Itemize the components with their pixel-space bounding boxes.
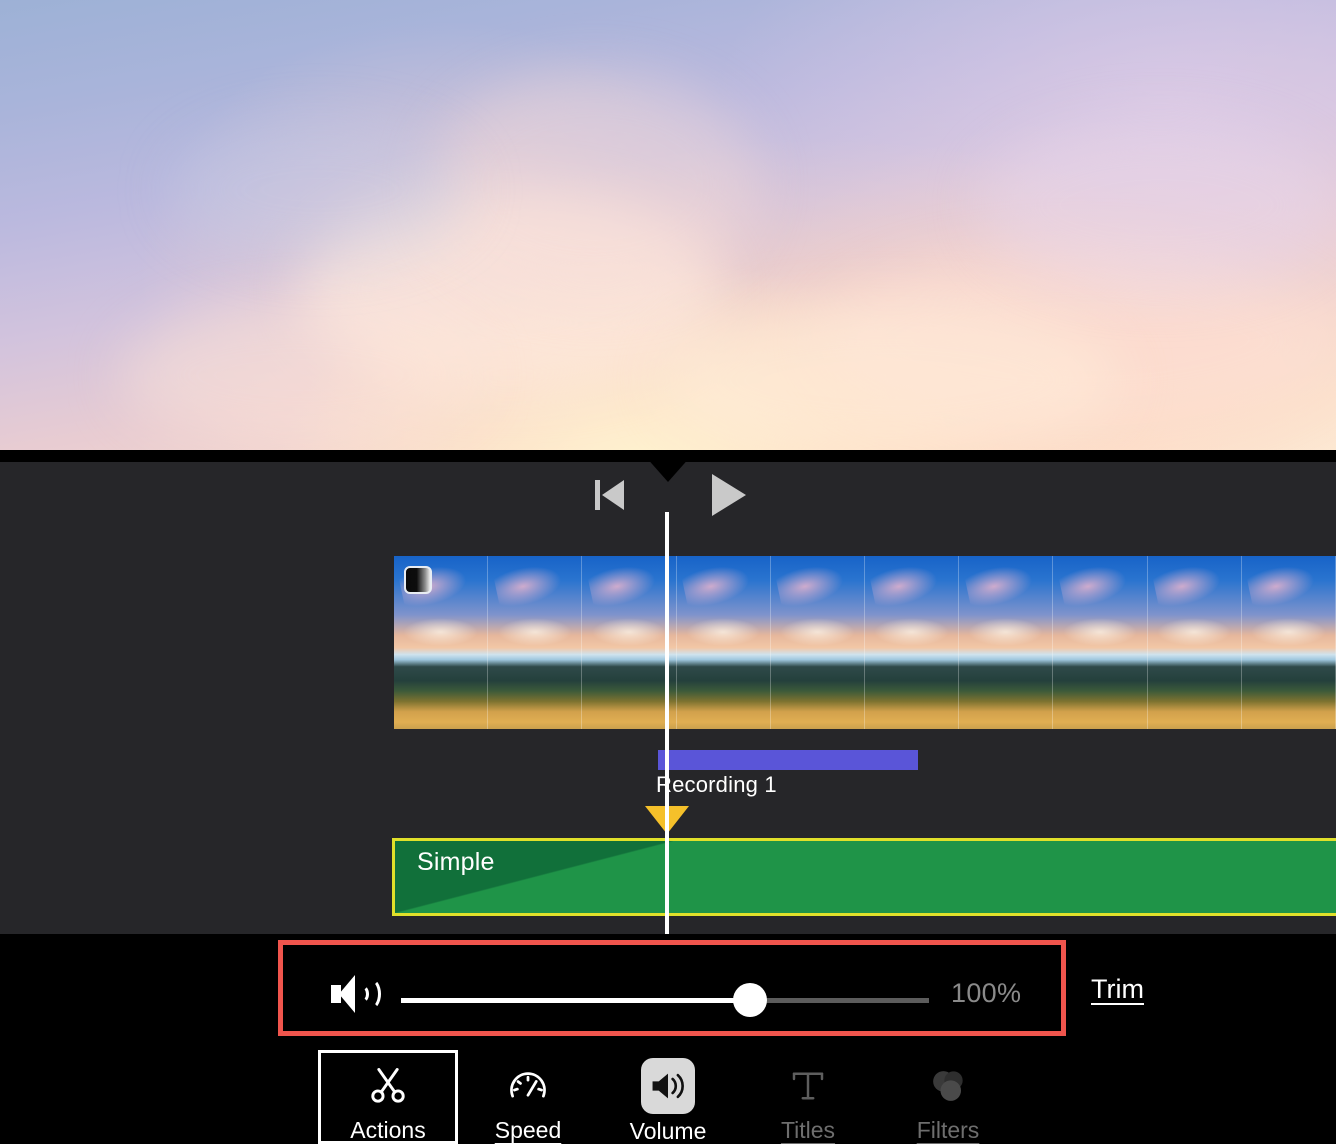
playhead-line[interactable]: [665, 512, 669, 934]
playhead-triangle-marker: [645, 456, 691, 482]
video-preview[interactable]: [0, 0, 1336, 450]
cloud-shape: [980, 120, 1336, 290]
audio-clip-label: Recording 1: [656, 772, 777, 797]
filmstrip-frame: [1147, 556, 1242, 729]
tab-filters[interactable]: Filters: [878, 1050, 1018, 1144]
volume-slider-fill: [401, 998, 746, 1003]
filmstrip-frame: [488, 556, 583, 729]
audio-clip[interactable]: [658, 750, 918, 770]
filmstrip-frame: [770, 556, 865, 729]
volume-panel-highlighted: 100%: [278, 940, 1066, 1036]
cloud-shape: [170, 120, 470, 260]
volume-slider[interactable]: [401, 983, 929, 1017]
circles-icon: [921, 1062, 975, 1109]
scissors-icon: [361, 1062, 415, 1109]
filmstrip-frame: [1053, 556, 1148, 729]
filmstrip-frame: [676, 556, 771, 729]
tab-actions[interactable]: Actions: [318, 1050, 458, 1144]
speedometer-icon: [501, 1062, 555, 1109]
filmstrip-frame: [394, 556, 489, 729]
cloud-shape: [430, 70, 760, 300]
volume-slider-thumb[interactable]: [733, 983, 767, 1017]
volume-value-label: 100%: [951, 978, 1022, 1008]
skip-to-start-button[interactable]: [595, 476, 629, 514]
cloud-shape: [820, 250, 1336, 430]
trim-button[interactable]: Trim: [1091, 974, 1144, 1005]
tab-volume-label: Volume: [629, 1118, 707, 1144]
volume-tab-icon-wrap: [641, 1058, 695, 1114]
tab-titles[interactable]: Titles: [738, 1050, 878, 1144]
filmstrip-frame: [959, 556, 1054, 729]
speaker-icon: [331, 973, 385, 1015]
tab-speed[interactable]: Speed: [458, 1050, 598, 1144]
video-editor-app: Recording 1 Simple 100% Trim Actions Spe…: [0, 0, 1336, 1144]
bottom-toolbar: Actions Speed Volume Titles Filters: [0, 1044, 1336, 1144]
speaker-icon: [641, 1058, 695, 1114]
filmstrip-frame: [1241, 556, 1336, 729]
cloud-shape: [120, 300, 480, 450]
tab-speed-label: Speed: [494, 1117, 562, 1143]
video-clip-track[interactable]: [394, 556, 1336, 729]
cloud-shape: [300, 190, 720, 390]
filmstrip-frame: [864, 556, 960, 729]
tab-volume[interactable]: Volume: [598, 1050, 738, 1144]
title-clip-label: Simple: [417, 848, 495, 876]
filmstrip-frame: [582, 556, 677, 729]
play-button[interactable]: [712, 474, 746, 516]
title-clip[interactable]: Simple: [392, 838, 1336, 916]
tab-titles-label: Titles: [780, 1117, 836, 1143]
skip-to-start-icon: [595, 480, 600, 510]
fade-transition-badge-icon[interactable]: [404, 566, 432, 594]
text-t-icon: [781, 1062, 835, 1109]
tab-actions-label: Actions: [350, 1117, 426, 1143]
skip-to-start-icon-triangle: [602, 480, 624, 510]
tab-filters-label: Filters: [916, 1117, 980, 1143]
cloud-shape: [660, 300, 1120, 450]
